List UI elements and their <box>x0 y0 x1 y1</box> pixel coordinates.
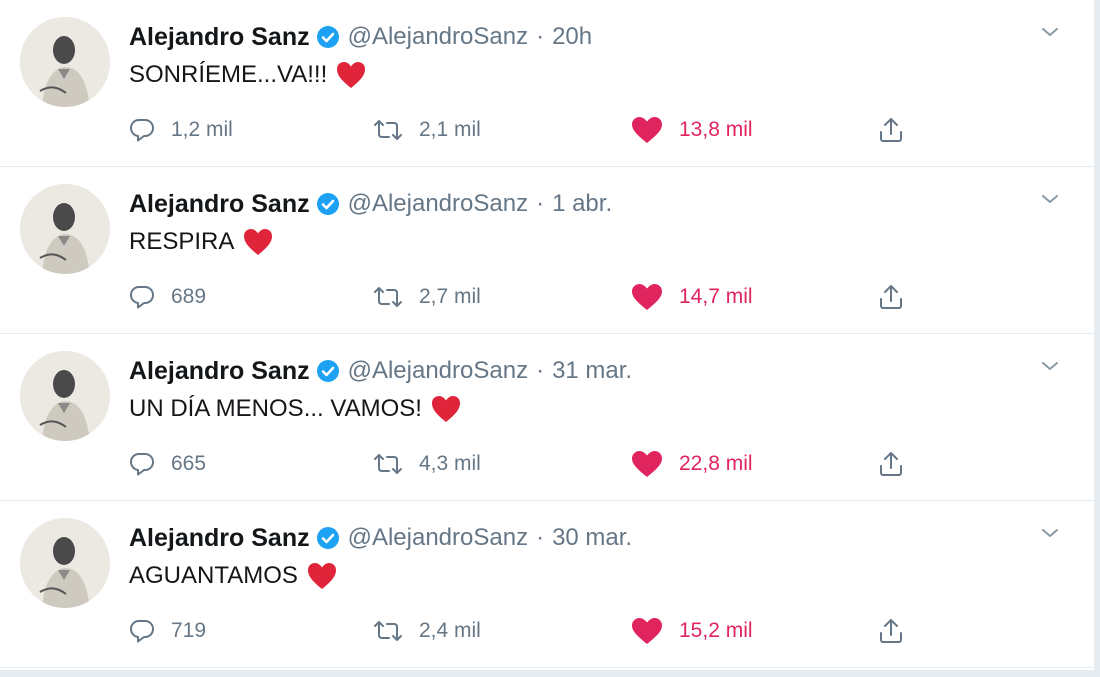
chevron-down-icon[interactable] <box>1038 521 1062 545</box>
reply-button[interactable]: 665 <box>129 444 206 484</box>
tweet-timestamp[interactable]: 30 mar. <box>552 524 632 552</box>
share-icon <box>880 118 902 142</box>
retweet-button[interactable]: 4,3 mil <box>373 444 481 484</box>
tweet-text-content: SONRÍEME...VA!!! <box>129 61 328 88</box>
tweet[interactable]: Alejandro Sanz @AlejandroSanz · 30 mar. … <box>0 501 1094 668</box>
reply-count: 689 <box>171 285 207 308</box>
tweet[interactable]: Alejandro Sanz @AlejandroSanz · 31 mar. … <box>0 334 1094 501</box>
author-name[interactable]: Alejandro Sanz <box>129 524 310 553</box>
retweet-count: 4,3 mil <box>419 452 481 475</box>
share-icon <box>880 452 902 476</box>
retweet-icon <box>374 287 402 307</box>
like-button[interactable]: 14,7 mil <box>631 277 753 317</box>
retweet-icon <box>374 621 402 641</box>
heart-icon <box>632 451 662 477</box>
author-handle[interactable]: @AlejandroSanz <box>348 23 528 51</box>
tweet-timestamp[interactable]: 20h <box>552 23 592 51</box>
chevron-down-icon[interactable] <box>1038 20 1062 44</box>
tweet-timestamp[interactable]: 1 abr. <box>552 190 612 218</box>
tweet-header: Alejandro Sanz @AlejandroSanz · 30 mar. <box>129 521 632 555</box>
meta-separator: · <box>536 190 545 217</box>
retweet-count: 2,4 mil <box>419 619 481 642</box>
like-count: 14,7 mil <box>679 285 753 308</box>
chevron-down-icon[interactable] <box>1038 354 1062 378</box>
author-name[interactable]: Alejandro Sanz <box>129 190 310 219</box>
reply-icon <box>130 119 154 142</box>
reply-icon <box>130 453 154 476</box>
share-icon <box>880 619 902 643</box>
reply-icon <box>130 620 154 643</box>
avatar[interactable] <box>20 184 110 274</box>
meta-separator: · <box>536 524 545 551</box>
avatar[interactable] <box>20 351 110 441</box>
tweet-text-content: RESPIRA <box>129 228 235 255</box>
share-button[interactable] <box>877 444 921 484</box>
reply-button[interactable]: 689 <box>129 277 206 317</box>
tweet-actions: 665 4,3 mil 22,8 mil <box>129 444 929 484</box>
tweet-text-content: AGUANTAMOS <box>129 562 298 589</box>
share-button[interactable] <box>877 110 921 150</box>
tweet-header: Alejandro Sanz @AlejandroSanz · 1 abr. <box>129 187 612 221</box>
red-heart-emoji-icon <box>335 60 367 90</box>
like-button[interactable]: 13,8 mil <box>631 110 753 150</box>
like-button[interactable]: 15,2 mil <box>631 611 753 651</box>
tweet-header: Alejandro Sanz @AlejandroSanz · 31 mar. <box>129 354 632 388</box>
verified-badge-icon <box>316 25 340 49</box>
meta-separator: · <box>536 357 545 384</box>
retweet-button[interactable]: 2,1 mil <box>373 110 481 150</box>
retweet-button[interactable]: 2,7 mil <box>373 277 481 317</box>
retweet-icon <box>374 454 402 474</box>
verified-badge-icon <box>316 192 340 216</box>
tweet-text: SONRÍEME...VA!!! <box>129 60 367 90</box>
like-count: 13,8 mil <box>679 118 753 141</box>
tweet-actions: 1,2 mil 2,1 mil 13,8 mil <box>129 110 929 150</box>
like-count: 22,8 mil <box>679 452 753 475</box>
reply-count: 665 <box>171 452 207 475</box>
reply-count: 719 <box>171 619 207 642</box>
author-handle[interactable]: @AlejandroSanz <box>348 190 528 218</box>
chevron-down-icon[interactable] <box>1038 187 1062 211</box>
like-button[interactable]: 22,8 mil <box>631 444 753 484</box>
retweet-button[interactable]: 2,4 mil <box>373 611 481 651</box>
heart-icon <box>632 618 662 644</box>
retweet-icon <box>374 120 402 140</box>
heart-icon <box>632 284 662 310</box>
reply-button[interactable]: 1,2 mil <box>129 110 233 150</box>
verified-badge-icon <box>316 526 340 550</box>
tweet-header: Alejandro Sanz @AlejandroSanz · 20h <box>129 20 592 54</box>
share-button[interactable] <box>877 611 921 651</box>
share-button[interactable] <box>877 277 921 317</box>
reply-button[interactable]: 719 <box>129 611 206 651</box>
tweet[interactable]: Alejandro Sanz @AlejandroSanz · 20h SONR… <box>0 0 1094 167</box>
author-handle[interactable]: @AlejandroSanz <box>348 357 528 385</box>
tweet-actions: 689 2,7 mil 14,7 mil <box>129 277 929 317</box>
retweet-count: 2,1 mil <box>419 118 481 141</box>
verified-badge-icon <box>316 359 340 383</box>
share-icon <box>880 285 902 309</box>
heart-icon <box>632 117 662 143</box>
tweet-text: UN DÍA MENOS... VAMOS! <box>129 394 462 424</box>
reply-count: 1,2 mil <box>171 118 233 141</box>
avatar[interactable] <box>20 518 110 608</box>
tweet-text: RESPIRA <box>129 227 274 257</box>
tweet-text: AGUANTAMOS <box>129 561 338 591</box>
tweet[interactable]: Alejandro Sanz @AlejandroSanz · 1 abr. R… <box>0 167 1094 334</box>
like-count: 15,2 mil <box>679 619 753 642</box>
red-heart-emoji-icon <box>306 561 338 591</box>
avatar[interactable] <box>20 17 110 107</box>
tweet-timeline: Alejandro Sanz @AlejandroSanz · 20h SONR… <box>0 0 1095 670</box>
author-name[interactable]: Alejandro Sanz <box>129 357 310 386</box>
author-handle[interactable]: @AlejandroSanz <box>348 524 528 552</box>
author-name[interactable]: Alejandro Sanz <box>129 23 310 52</box>
tweet-actions: 719 2,4 mil 15,2 mil <box>129 611 929 651</box>
red-heart-emoji-icon <box>430 394 462 424</box>
retweet-count: 2,7 mil <box>419 285 481 308</box>
reply-icon <box>130 286 154 309</box>
tweet-timestamp[interactable]: 31 mar. <box>552 357 632 385</box>
tweet-text-content: UN DÍA MENOS... VAMOS! <box>129 395 422 422</box>
meta-separator: · <box>536 23 545 50</box>
red-heart-emoji-icon <box>242 227 274 257</box>
